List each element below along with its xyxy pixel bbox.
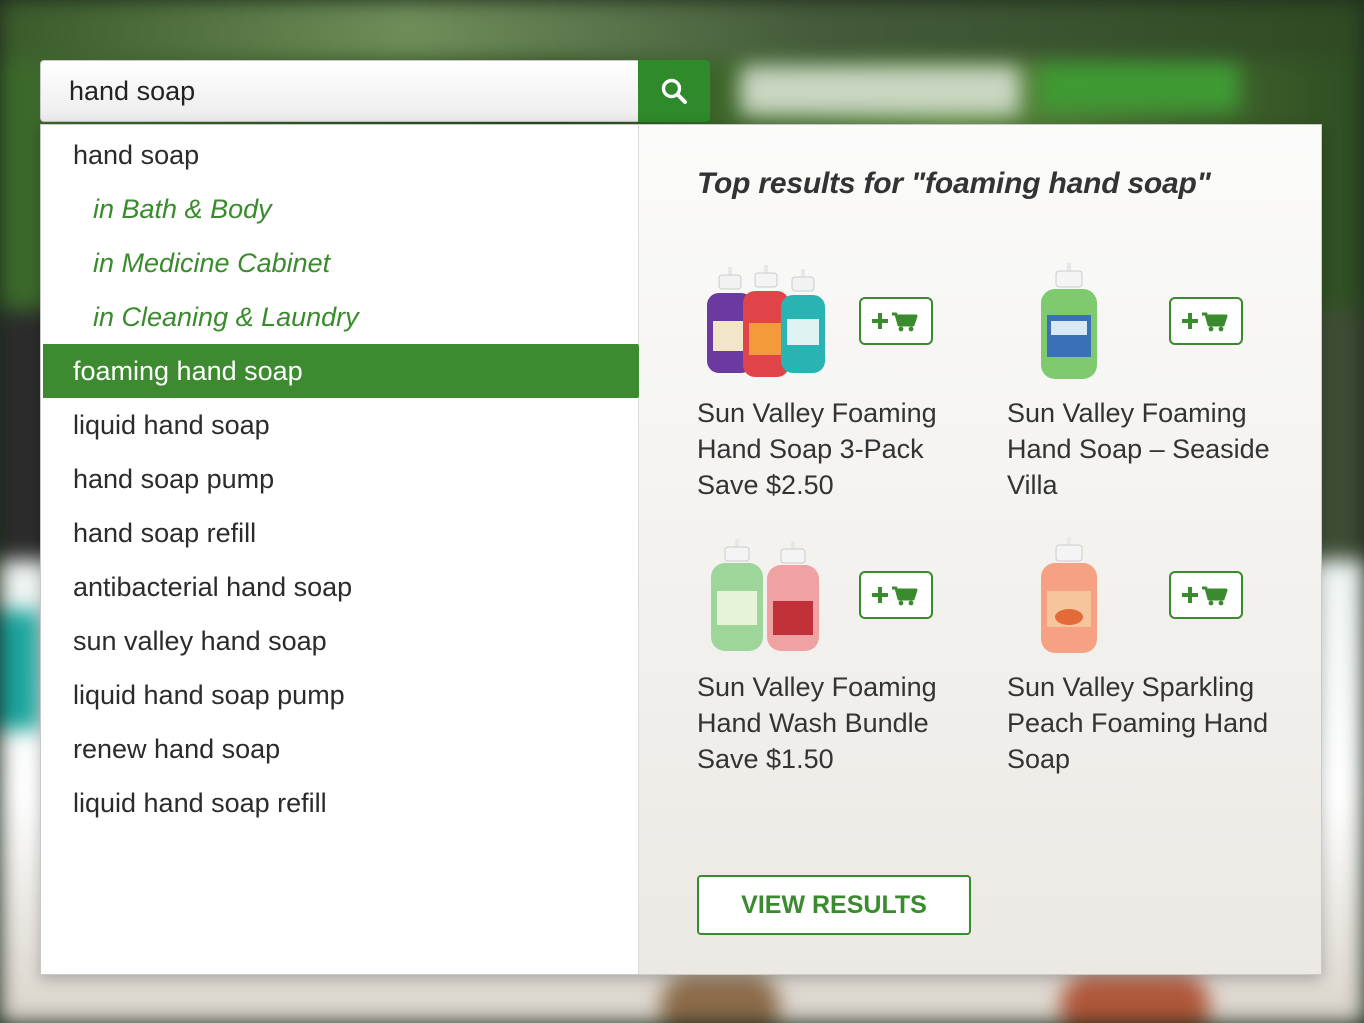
add-to-cart-icon xyxy=(1182,586,1228,606)
add-to-cart-button[interactable] xyxy=(859,571,933,619)
product-name[interactable]: Sun Valley Foaming Hand Soap 3-Pack Save… xyxy=(697,395,977,503)
add-to-cart-icon xyxy=(872,312,918,332)
suggestion-category-item[interactable]: in Medicine Cabinet xyxy=(41,236,638,290)
search-input[interactable] xyxy=(40,60,638,122)
product-name[interactable]: Sun Valley Foaming Hand Wash Bundle Save… xyxy=(697,669,977,777)
product-name[interactable]: Sun Valley Sparkling Peach Foaming Hand … xyxy=(1007,669,1287,777)
suggestion-item[interactable]: hand soap pump xyxy=(41,452,638,506)
search-dropdown: hand soap in Bath & Body in Medicine Cab… xyxy=(40,124,1322,975)
results-title: Top results for "foaming hand soap" xyxy=(697,167,1211,200)
add-to-cart-icon xyxy=(1182,312,1228,332)
results-panel: Top results for "foaming hand soap" Sun … xyxy=(639,125,1321,974)
add-to-cart-button[interactable] xyxy=(1169,571,1243,619)
view-results-button[interactable]: VIEW RESULTS xyxy=(697,875,971,935)
search-icon xyxy=(661,78,687,104)
suggestion-category-item[interactable]: in Cleaning & Laundry xyxy=(41,290,638,344)
product-name[interactable]: Sun Valley Foaming Hand Soap – Seaside V… xyxy=(1007,395,1287,503)
suggestion-category-item[interactable]: in Bath & Body xyxy=(41,182,638,236)
search-bar xyxy=(40,60,710,122)
suggestion-item[interactable]: renew hand soap xyxy=(41,722,638,776)
suggestion-item[interactable]: liquid hand soap refill xyxy=(41,776,638,830)
suggestion-list: hand soap in Bath & Body in Medicine Cab… xyxy=(41,125,652,974)
suggestion-item[interactable]: hand soap xyxy=(41,128,638,182)
soap-bundle-image[interactable] xyxy=(697,537,847,657)
suggestion-item[interactable]: sun valley hand soap xyxy=(41,614,638,668)
suggestion-item[interactable]: hand soap refill xyxy=(41,506,638,560)
suggestion-item-active[interactable]: foaming hand soap xyxy=(43,344,652,398)
add-to-cart-button[interactable] xyxy=(1169,297,1243,345)
soap-3pack-image[interactable] xyxy=(697,263,847,383)
add-to-cart-button[interactable] xyxy=(859,297,933,345)
suggestion-item[interactable]: antibacterial hand soap xyxy=(41,560,638,614)
add-to-cart-icon xyxy=(872,586,918,606)
soap-seaside-image[interactable] xyxy=(1007,263,1157,383)
suggestion-item[interactable]: liquid hand soap pump xyxy=(41,668,638,722)
search-button[interactable] xyxy=(638,60,710,122)
soap-peach-image[interactable] xyxy=(1007,537,1157,657)
suggestion-item[interactable]: liquid hand soap xyxy=(41,398,638,452)
